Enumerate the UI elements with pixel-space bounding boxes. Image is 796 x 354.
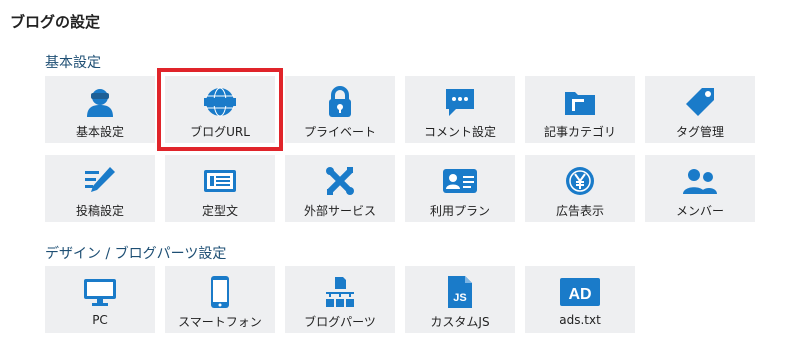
ad-icon-text: AD bbox=[568, 286, 591, 303]
settings-tile[interactable]: 定型文 bbox=[165, 155, 275, 222]
template-icon bbox=[165, 165, 275, 197]
settings-tile-label: スマートフォン bbox=[178, 315, 262, 329]
tag-icon bbox=[645, 86, 755, 118]
settings-tile-label: 外部サービス bbox=[303, 204, 376, 218]
settings-tile-label: 利用プラン bbox=[429, 204, 490, 218]
monitor-icon bbox=[45, 276, 155, 308]
smartphone-icon bbox=[165, 276, 275, 308]
settings-tile-label: 記事カテゴリ bbox=[543, 125, 616, 139]
settings-tile-label: コメント設定 bbox=[423, 125, 496, 139]
settings-tile-label: 投稿設定 bbox=[75, 204, 124, 218]
settings-tile[interactable]: 基本設定 bbox=[45, 76, 155, 143]
settings-tile[interactable]: スマートフォン bbox=[165, 266, 275, 333]
www-globe-icon bbox=[165, 86, 275, 118]
settings-tile[interactable]: プライベート bbox=[285, 76, 395, 143]
settings-tile[interactable]: JS カスタムJS bbox=[405, 266, 515, 333]
settings-tile-label: プライベート bbox=[303, 125, 376, 139]
settings-tile[interactable]: AD ads.txt bbox=[525, 266, 635, 333]
settings-tile[interactable]: ブログパーツ bbox=[285, 266, 395, 333]
settings-tile-label: ads.txt bbox=[559, 313, 601, 327]
pencil-icon bbox=[45, 165, 155, 197]
settings-tile-label: ブログパーツ bbox=[304, 315, 376, 329]
settings-tile-label: メンバー bbox=[675, 204, 724, 218]
tools-icon bbox=[285, 165, 395, 197]
js-icon-text: JS bbox=[453, 292, 466, 304]
settings-tile[interactable]: 投稿設定 bbox=[45, 155, 155, 222]
settings-tile[interactable]: コメント設定 bbox=[405, 76, 515, 143]
ad-icon: AD bbox=[525, 276, 635, 308]
settings-tile-label: 広告表示 bbox=[555, 204, 604, 218]
folder-icon bbox=[525, 86, 635, 118]
user-icon bbox=[45, 86, 155, 118]
id-card-icon bbox=[405, 165, 515, 197]
yen-coin-icon bbox=[525, 165, 635, 197]
settings-tile-label: 定型文 bbox=[201, 204, 238, 218]
settings-tile[interactable]: 広告表示 bbox=[525, 155, 635, 222]
settings-tile[interactable]: 外部サービス bbox=[285, 155, 395, 222]
page-title: ブログの設定 bbox=[10, 13, 101, 31]
settings-tile-label: 基本設定 bbox=[75, 125, 124, 139]
lock-icon bbox=[285, 86, 395, 118]
users-icon bbox=[645, 165, 755, 197]
settings-tile[interactable]: タグ管理 bbox=[645, 76, 755, 143]
settings-tile-label: PC bbox=[92, 313, 108, 327]
settings-tile[interactable]: 利用プラン bbox=[405, 155, 515, 222]
settings-tile-label: ブログURL bbox=[190, 125, 250, 139]
settings-tile-label: タグ管理 bbox=[675, 125, 724, 139]
settings-tile-label: カスタムJS bbox=[430, 315, 490, 329]
section-title-design: デザイン / ブログパーツ設定 bbox=[45, 246, 227, 262]
settings-tile[interactable]: 記事カテゴリ bbox=[525, 76, 635, 143]
settings-tile[interactable]: メンバー bbox=[645, 155, 755, 222]
blog-parts-icon bbox=[285, 276, 395, 308]
comment-icon bbox=[405, 86, 515, 118]
settings-tile[interactable]: PC bbox=[45, 266, 155, 333]
js-file-icon: JS bbox=[405, 276, 515, 308]
settings-tile[interactable]: ブログURL bbox=[157, 68, 283, 151]
section-title-basic: 基本設定 bbox=[45, 55, 101, 71]
